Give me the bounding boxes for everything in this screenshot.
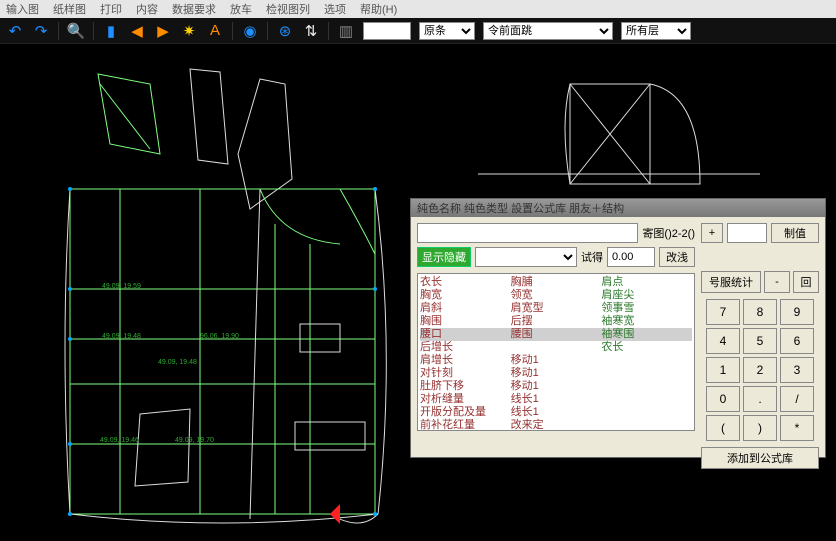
numkey-8[interactable]: 8 bbox=[743, 299, 777, 325]
list-row[interactable]: 腰口腰围袖寒围 bbox=[420, 328, 692, 341]
arrow-left-icon[interactable]: ◀ bbox=[128, 22, 146, 40]
numkey-1[interactable]: 1 bbox=[706, 357, 740, 383]
numkey-3[interactable]: 3 bbox=[780, 357, 814, 383]
zoom-icon[interactable]: 🔍 bbox=[67, 22, 85, 40]
expression-input[interactable] bbox=[417, 223, 638, 243]
menu-item[interactable]: 打印 bbox=[100, 1, 122, 17]
numkey-4[interactable]: 4 bbox=[706, 328, 740, 354]
setting-icon[interactable]: ✷ bbox=[180, 22, 198, 40]
numkey-([interactable]: ( bbox=[706, 415, 740, 441]
numkey-*[interactable]: * bbox=[780, 415, 814, 441]
menubar: 输入图 纸样图 打印 内容 数据要求 放车 检视图列 选项 帮助(H) bbox=[0, 0, 836, 18]
add-formula-button[interactable]: 添加到公式库 bbox=[701, 447, 819, 469]
svg-text:49.09, 19.48: 49.09, 19.48 bbox=[102, 333, 141, 340]
toolbar-input[interactable] bbox=[363, 22, 411, 40]
svg-text:96.06, 19.90: 96.06, 19.90 bbox=[200, 333, 239, 340]
change-button[interactable]: 改浅 bbox=[659, 247, 695, 267]
numkey-9[interactable]: 9 bbox=[780, 299, 814, 325]
stats-button[interactable]: 号服统计 bbox=[701, 271, 761, 293]
list-row[interactable]: 对针刻移动1 bbox=[420, 367, 692, 380]
numkey-7[interactable]: 7 bbox=[706, 299, 740, 325]
numkey-5[interactable]: 5 bbox=[743, 328, 777, 354]
list-row[interactable]: 后增长农长 bbox=[420, 341, 692, 354]
numkey-6[interactable]: 6 bbox=[780, 328, 814, 354]
numbox-input[interactable] bbox=[727, 223, 767, 243]
list-row[interactable]: 前补花红量改来定 bbox=[420, 419, 692, 431]
list-row[interactable]: 开版分配及量线长1 bbox=[420, 406, 692, 419]
toolbar-select-1[interactable]: 原条 bbox=[419, 22, 475, 40]
result-label: 试得 bbox=[581, 249, 603, 265]
redo-icon[interactable]: ↷ bbox=[32, 22, 50, 40]
svg-text:49.09, 19.48: 49.09, 19.48 bbox=[158, 359, 197, 366]
svg-text:49.09, 19.59: 49.09, 19.59 bbox=[102, 283, 141, 290]
menu-item[interactable]: 内容 bbox=[136, 1, 158, 17]
menu-item[interactable]: 纸样图 bbox=[53, 1, 86, 17]
numkey-/[interactable]: / bbox=[780, 386, 814, 412]
numkey-0[interactable]: 0 bbox=[706, 386, 740, 412]
menu-item[interactable]: 选项 bbox=[324, 1, 346, 17]
numkey-.[interactable]: . bbox=[743, 386, 777, 412]
menu-item[interactable]: 输入图 bbox=[6, 1, 39, 17]
expression-suffix: 寄图()2-2() bbox=[642, 225, 695, 241]
toolbar: ↶ ↷ 🔍 ▮ ◀ ▶ ✷ A ◉ ⊛ ⇅ ▥ 原条 令前面跳 所有层 bbox=[0, 18, 836, 44]
list-row[interactable]: 对析缝量线长1 bbox=[420, 393, 692, 406]
list-row[interactable]: 胸宽领宽肩座尖 bbox=[420, 289, 692, 302]
backspace-key[interactable]: 回 bbox=[793, 271, 819, 293]
toolbar-select-2[interactable]: 令前面跳 bbox=[483, 22, 613, 40]
numkey-2[interactable]: 2 bbox=[743, 357, 777, 383]
doc-icon[interactable]: ▮ bbox=[102, 22, 120, 40]
measure-dialog: 純色名称 纯色类型 設置公式库 朋友＋结构 寄图()2-2() 显示隐藏 试得 … bbox=[410, 198, 826, 458]
handle-icon[interactable]: ⇅ bbox=[302, 22, 320, 40]
text-icon[interactable]: A bbox=[206, 22, 224, 40]
create-button[interactable]: 制值 bbox=[771, 223, 819, 243]
toolbar-select-3[interactable]: 所有层 bbox=[621, 22, 691, 40]
arrow-right-icon[interactable]: ▶ bbox=[154, 22, 172, 40]
svg-text:49.09, 19.46: 49.09, 19.46 bbox=[100, 437, 139, 444]
list-row[interactable]: 胸围后摆袖寒宽 bbox=[420, 315, 692, 328]
undo-icon[interactable]: ↶ bbox=[6, 22, 24, 40]
numkey-)[interactable]: ) bbox=[743, 415, 777, 441]
list-row[interactable]: 肩斜肩宽型领事雪 bbox=[420, 302, 692, 315]
ruler-icon[interactable]: ▥ bbox=[337, 22, 355, 40]
variable-list[interactable]: 衣长胸脯肩点胸宽领宽肩座尖肩斜肩宽型领事雪胸围后摆袖寒宽腰口腰围袖寒围后增长农长… bbox=[417, 273, 695, 431]
wheel-icon[interactable]: ⊛ bbox=[276, 22, 294, 40]
filter-select[interactable] bbox=[475, 247, 577, 267]
show-hide-button[interactable]: 显示隐藏 bbox=[417, 247, 471, 267]
minus-key[interactable]: - bbox=[764, 271, 790, 293]
dialog-title[interactable]: 純色名称 纯色类型 設置公式库 朋友＋结构 bbox=[411, 199, 825, 217]
menu-item[interactable]: 检视图列 bbox=[266, 1, 310, 17]
numpad: 789 456 123 0./ ()* bbox=[701, 299, 819, 441]
result-value[interactable] bbox=[607, 247, 655, 267]
menu-item[interactable]: 数据要求 bbox=[172, 1, 216, 17]
circle-icon[interactable]: ◉ bbox=[241, 22, 259, 40]
list-row[interactable]: 衣长胸脯肩点 bbox=[420, 276, 692, 289]
plus-button[interactable]: + bbox=[701, 223, 723, 243]
menu-item[interactable]: 放车 bbox=[230, 1, 252, 17]
menu-item[interactable]: 帮助(H) bbox=[360, 1, 397, 17]
svg-text:49.09, 19.70: 49.09, 19.70 bbox=[175, 437, 214, 444]
list-row[interactable]: 肚脐下移移动1 bbox=[420, 380, 692, 393]
list-row[interactable]: 肩增长移动1 bbox=[420, 354, 692, 367]
